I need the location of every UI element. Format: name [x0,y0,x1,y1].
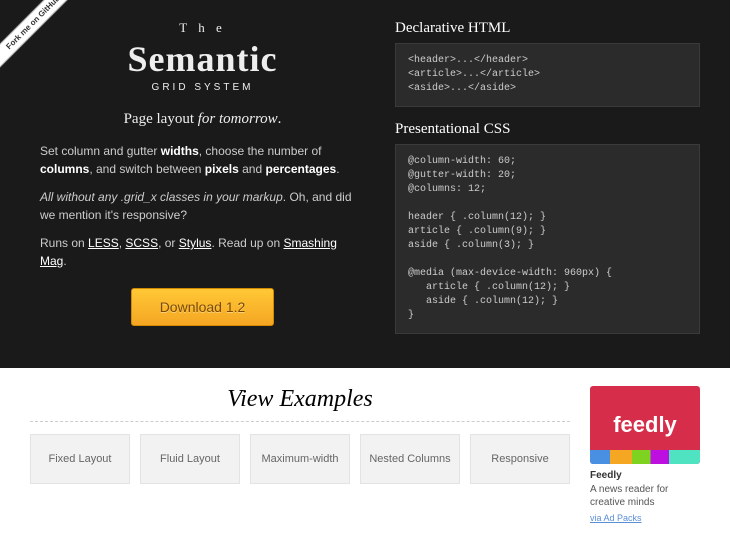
download-button[interactable]: Download 1.2 [131,288,275,326]
html-code: <header>...</header> <article>...</artic… [395,43,700,107]
example-responsive[interactable]: Responsive [470,434,570,484]
example-fixed-layout[interactable]: Fixed Layout [30,434,130,484]
less-link[interactable]: LESS [88,236,119,250]
logo-subtitle: GRID SYSTEM [40,82,365,93]
examples-title: View Examples [30,386,570,422]
ad-image[interactable]: feedly [590,386,700,464]
example-maximum-width[interactable]: Maximum-width [250,434,350,484]
ad-desc: A news reader for creative minds [590,483,700,509]
css-code: @column-width: 60; @gutter-width: 20; @c… [395,144,700,334]
desc-markup: All without any .grid_x classes in your … [40,188,365,224]
logo-overline: T h e [40,20,365,36]
example-fluid-layout[interactable]: Fluid Layout [140,434,240,484]
tagline: Page layout for tomorrow. [40,111,365,128]
hero-section: Fork me on GitHub T h e Semantic GRID SY… [0,0,730,368]
css-block-title: Presentational CSS [395,121,700,138]
desc-widths: Set column and gutter widths, choose the… [40,142,365,178]
stylus-link[interactable]: Stylus [179,236,212,250]
scss-link[interactable]: SCSS [125,236,158,250]
ad-block: feedly Feedly A news reader for creative… [590,386,700,524]
examples-grid: Fixed Layout Fluid Layout Maximum-width … [30,434,570,484]
desc-runs-on: Runs on LESS, SCSS, or Stylus. Read up o… [40,234,365,270]
hero-right: Declarative HTML <header>...</header> <a… [395,20,700,348]
ad-via-link[interactable]: via Ad Packs [590,513,642,523]
ad-title: Feedly [590,470,700,481]
hero-left: T h e Semantic GRID SYSTEM Page layout f… [40,20,365,348]
examples-section: View Examples Fixed Layout Fluid Layout … [0,368,730,542]
example-nested-columns[interactable]: Nested Columns [360,434,460,484]
logo-title: Semantic [40,38,365,80]
html-block-title: Declarative HTML [395,20,700,37]
